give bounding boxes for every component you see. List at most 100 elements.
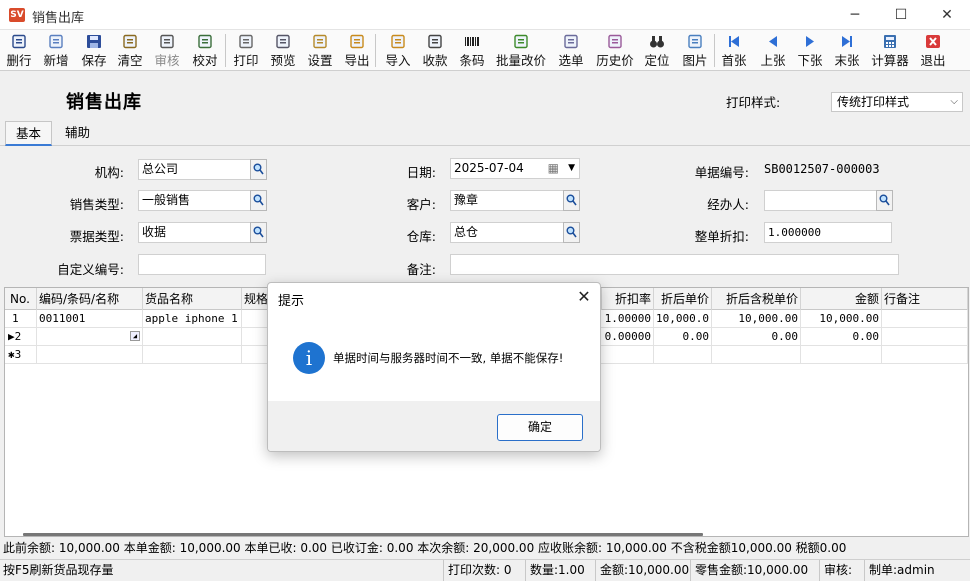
dialog-title-bar: 提示 ✕ <box>268 283 600 313</box>
customno-field[interactable] <box>138 254 266 275</box>
date-field[interactable]: 2025-07-04 ▦ ▼ <box>450 158 580 179</box>
discount-label: 整单折扣: <box>694 229 749 244</box>
binoculars-icon <box>649 34 665 49</box>
ok-button[interactable]: 确定 <box>497 414 583 441</box>
cell-remark[interactable] <box>882 328 968 346</box>
search-icon <box>253 163 264 175</box>
cell-rate[interactable]: 1.00000 <box>602 310 654 328</box>
cell-remark[interactable] <box>882 346 968 364</box>
settings-icon <box>312 34 328 49</box>
cell-taxprice[interactable]: 10,000.00 <box>712 310 801 328</box>
col-code[interactable]: 编码/条码/名称 <box>37 288 143 310</box>
cell-name[interactable] <box>143 346 242 364</box>
toolbar-button-18[interactable]: 图片 <box>681 32 709 69</box>
cell-rate[interactable]: 0.00000 <box>602 328 654 346</box>
saletype-field[interactable]: 一般销售 <box>138 190 251 211</box>
col-rate[interactable]: 折扣率 <box>602 288 654 310</box>
warehouse-search-button[interactable] <box>563 222 580 243</box>
col-price[interactable]: 折后单价 <box>654 288 712 310</box>
cell-code[interactable]: 0011001 <box>37 310 143 328</box>
remark-field[interactable] <box>450 254 899 275</box>
toolbar-label: 导出 <box>344 53 370 68</box>
handler-search-button[interactable] <box>876 190 893 211</box>
toolbar-label: 定位 <box>644 53 670 68</box>
cell-amount[interactable]: 0.00 <box>801 328 882 346</box>
discount-field[interactable]: 1.000000 <box>764 222 892 243</box>
handler-field[interactable] <box>764 190 877 211</box>
calendar-icon[interactable]: ▦ <box>548 159 559 178</box>
cell-price[interactable]: 10,000.0 <box>654 310 712 328</box>
customer-field[interactable]: 豫章 <box>450 190 564 211</box>
col-no[interactable]: No. <box>5 288 37 310</box>
cell-code[interactable] <box>37 346 143 364</box>
toolbar-label: 校对 <box>192 53 218 68</box>
cell-amount[interactable]: 10,000.00 <box>801 310 882 328</box>
prev-icon <box>765 34 781 49</box>
save-icon <box>86 34 102 49</box>
cell-price[interactable] <box>654 346 712 364</box>
saletype-search-button[interactable] <box>250 190 267 211</box>
cell-edit-icon[interactable]: ◢ <box>130 331 140 341</box>
billtype-search-button[interactable] <box>250 222 267 243</box>
toolbar-button-23[interactable]: 计算器 <box>870 32 910 69</box>
toolbar-button-15[interactable]: 选单 <box>557 32 585 69</box>
maximize-button[interactable]: ☐ <box>878 0 924 30</box>
toolbar-button-24[interactable]: 退出 <box>919 32 947 69</box>
toolbar-button-3[interactable]: 保存 <box>80 32 108 69</box>
toolbar-button-9[interactable]: 设置 <box>306 32 334 69</box>
cell-name[interactable]: apple iphone 1 <box>143 310 242 328</box>
warehouse-field[interactable]: 总仓 <box>450 222 564 243</box>
cell-price[interactable]: 0.00 <box>654 328 712 346</box>
dialog-close-icon[interactable]: ✕ <box>574 287 594 307</box>
toolbar-label: 清空 <box>117 53 143 68</box>
toolbar-button-13[interactable]: 条码 <box>458 32 486 69</box>
toolbar-button-21[interactable]: 下张 <box>796 32 824 69</box>
toolbar-label: 末张 <box>834 53 860 68</box>
toolbar-button-8[interactable]: 预览 <box>269 32 297 69</box>
toolbar-button-22[interactable]: 末张 <box>833 32 861 69</box>
billtype-field[interactable]: 收据 <box>138 222 251 243</box>
org-label: 机构: <box>94 165 124 180</box>
toolbar-button-2[interactable]: 新增 <box>42 32 70 69</box>
col-amount[interactable]: 金额 <box>801 288 882 310</box>
cell-taxprice[interactable]: 0.00 <box>712 328 801 346</box>
toolbar-button-10[interactable]: 导出 <box>343 32 371 69</box>
chevron-down-icon[interactable]: ▼ <box>568 159 575 178</box>
row-number: 1 <box>5 310 37 328</box>
toolbar-button-11[interactable]: 导入 <box>384 32 412 69</box>
col-remark[interactable]: 行备注 <box>882 288 968 310</box>
cell-rate[interactable] <box>602 346 654 364</box>
cell-taxprice[interactable] <box>712 346 801 364</box>
minimize-button[interactable]: ─ <box>832 0 878 30</box>
toolbar-button-14[interactable]: 批量改价 <box>495 32 547 69</box>
toolbar-button-16[interactable]: 历史价 <box>594 32 636 69</box>
toolbar-button-1[interactable]: 删行 <box>5 32 33 69</box>
toolbar-button-4[interactable]: 清空 <box>116 32 144 69</box>
cell-code[interactable]: ◢ <box>37 328 143 346</box>
tab-auxiliary[interactable]: 辅助 <box>55 121 100 146</box>
cell-amount[interactable] <box>801 346 882 364</box>
search-icon <box>253 194 264 206</box>
toolbar-button-7[interactable]: 打印 <box>232 32 260 69</box>
org-field[interactable]: 总公司 <box>138 159 251 180</box>
toolbar-button-5[interactable]: 审核 <box>153 32 181 69</box>
customer-search-button[interactable] <box>563 190 580 211</box>
toolbar-separator <box>225 34 226 67</box>
print-style-select[interactable]: 传统打印样式 ⌵ <box>831 92 963 112</box>
toolbar-button-20[interactable]: 上张 <box>759 32 787 69</box>
customno-label: 自定义编号: <box>57 262 124 277</box>
page-title: 销售出库 <box>66 92 142 113</box>
col-name[interactable]: 货品名称 <box>143 288 242 310</box>
tab-basic[interactable]: 基本 <box>5 121 53 146</box>
cell-remark[interactable] <box>882 310 968 328</box>
horizontal-scrollbar[interactable] <box>23 533 703 536</box>
toolbar-button-17[interactable]: 定位 <box>643 32 671 69</box>
toolbar-button-19[interactable]: 首张 <box>720 32 748 69</box>
toolbar-button-12[interactable]: 收款 <box>421 32 449 69</box>
cell-name[interactable] <box>143 328 242 346</box>
col-taxprice[interactable]: 折后含税单价 <box>712 288 801 310</box>
customer-label: 客户: <box>406 197 436 212</box>
org-search-button[interactable] <box>250 159 267 180</box>
toolbar-button-6[interactable]: 校对 <box>191 32 219 69</box>
close-window-button[interactable]: ✕ <box>924 0 970 30</box>
